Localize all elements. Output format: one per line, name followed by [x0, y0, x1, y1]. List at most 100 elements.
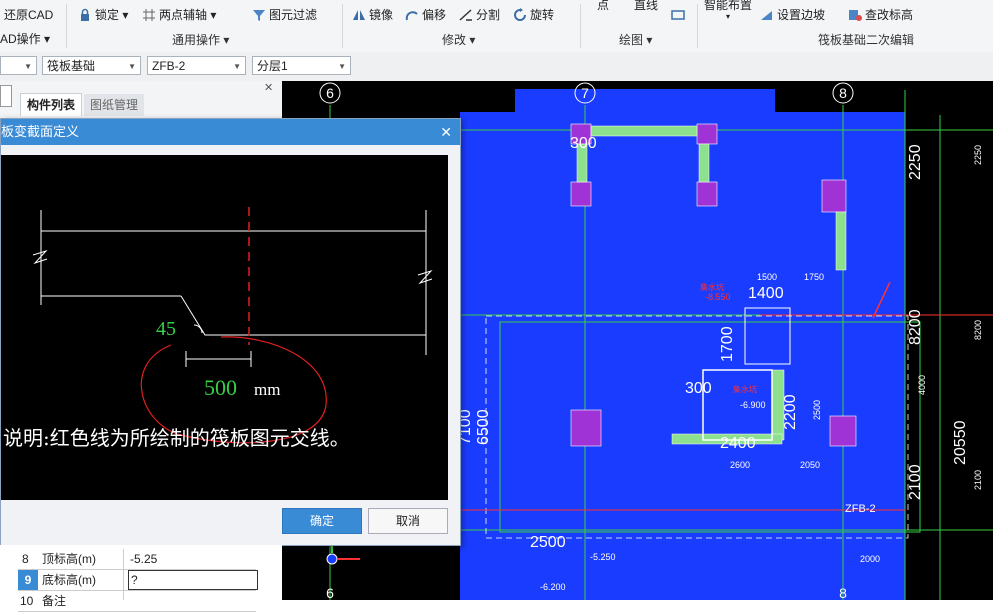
element-dropdown[interactable]: ZFB-2 ▼	[147, 56, 246, 75]
line-button[interactable]: 直线	[634, 0, 658, 14]
panel-tabs: 构件列表 图纸管理	[20, 93, 146, 116]
dim-unit-label: mm	[254, 380, 280, 399]
axis-label: 8	[839, 585, 847, 600]
raft-slab	[460, 89, 905, 600]
divider	[580, 4, 581, 48]
divider	[697, 4, 698, 48]
two-point-axis-button[interactable]: 两点辅轴 ▾	[142, 6, 216, 24]
split-icon	[459, 8, 473, 22]
rotate-label: 旋转	[530, 8, 555, 22]
origin-marker	[326, 553, 338, 565]
split-label: 分割	[476, 8, 501, 22]
elevation-icon	[848, 8, 862, 22]
tab-components[interactable]: 构件列表	[20, 93, 83, 116]
table-row[interactable]: 9 底标高(m) ?	[18, 570, 258, 591]
panel-toggle[interactable]	[0, 85, 12, 107]
category-dropdown[interactable]: 筏板基础 ▼	[42, 56, 141, 75]
tab-drawings[interactable]: 图纸管理	[84, 94, 145, 116]
modify-label: 修改	[442, 33, 467, 47]
modify-group[interactable]: 修改 ▾	[442, 31, 475, 48]
rect-tool-button[interactable]	[671, 6, 688, 24]
red-note: 集水坑	[700, 282, 724, 292]
small-dim: 2600	[730, 460, 750, 470]
mirror-icon	[352, 8, 366, 22]
element-value: ZFB-2	[152, 59, 186, 73]
point-button[interactable]: 点	[597, 0, 609, 14]
raft-edit-group: 筏板基础二次编辑	[818, 31, 914, 48]
red-note: 集水坑	[733, 384, 757, 394]
small-dim: 1500	[757, 272, 777, 282]
dim-text: 2200	[782, 394, 799, 430]
offset-button[interactable]: 偏移	[405, 6, 446, 24]
red-level-label: -8.550	[705, 292, 731, 302]
cad-ops-group[interactable]: AD操作 ▾	[0, 30, 50, 48]
mirror-label: 镜像	[369, 8, 394, 22]
cancel-button[interactable]: 取消	[368, 508, 448, 534]
view-elevation-label: 查改标高	[865, 8, 914, 22]
small-dim: 2250	[973, 145, 983, 165]
small-dim: 2000	[860, 554, 880, 564]
axis-label: 6	[326, 585, 334, 600]
row-name: 顶标高(m)	[42, 552, 96, 566]
dim-text: 2500	[530, 534, 566, 551]
small-dim: 2100	[973, 470, 983, 490]
axis-icon	[142, 8, 156, 22]
table-row[interactable]: 10 备注	[18, 591, 256, 612]
point-label: 点	[597, 0, 610, 12]
level-label: -6.200	[540, 582, 566, 592]
two-point-axis-label: 两点辅轴	[159, 8, 208, 22]
divider	[66, 4, 67, 48]
line-label: 直线	[634, 0, 659, 12]
dim-text: 2400	[720, 435, 756, 452]
dim-text: 300	[685, 380, 712, 397]
rotate-button[interactable]: 旋转	[513, 6, 554, 24]
dialog-title: 板变截面定义	[1, 124, 80, 139]
draw-group[interactable]: 绘图 ▾	[619, 31, 652, 48]
mirror-button[interactable]: 镜像	[352, 6, 393, 24]
ribbon: 还原CAD AD操作 ▾ 锁定 ▾ 两点辅轴 ▾ 图元过滤 通用操作 ▾ 镜像 …	[0, 0, 993, 53]
view-elevation-button[interactable]: 查改标高	[848, 6, 913, 24]
bottom-elevation-input[interactable]: ?	[128, 570, 258, 590]
table-row[interactable]: 8 顶标高(m) -5.25	[18, 549, 256, 570]
lock-button[interactable]: 锁定 ▾	[78, 6, 128, 24]
restore-cad-button[interactable]: 还原CAD	[4, 6, 53, 24]
selector-toolbar: ▼ 筏板基础 ▼ ZFB-2 ▼ 分层1 ▼	[0, 52, 993, 82]
smart-layout-arrow[interactable]: ▾	[726, 8, 730, 26]
variable-section-dialog: 板变截面定义 ✕ 45 500 mm 说明:红色线为所绘制的筏板图元交线。 确定…	[0, 118, 461, 546]
axis-label: 7	[581, 85, 589, 101]
property-table: 8 顶标高(m) -5.25 9 底标高(m) ? 10 备注	[0, 545, 282, 612]
set-slope-edge-button[interactable]: 设置边坡	[760, 6, 825, 24]
ok-button[interactable]: 确定	[282, 508, 362, 534]
row-number: 8	[22, 552, 29, 566]
common-ops-group[interactable]: 通用操作 ▾	[172, 31, 229, 48]
row-number: 9	[18, 570, 38, 590]
draw-label: 绘图	[619, 33, 644, 47]
chevron-down-icon: ▼	[338, 62, 346, 71]
restore-cad-label: 还原CAD	[4, 8, 54, 22]
cad-ops-label: AD操作	[0, 32, 41, 46]
common-ops-label: 通用操作	[172, 33, 221, 47]
element-filter-button[interactable]: 图元过滤	[252, 6, 317, 24]
dim-text: 1700	[719, 326, 736, 362]
split-button[interactable]: 分割	[459, 6, 500, 24]
axis-label: 8	[839, 85, 847, 101]
offset-label: 偏移	[422, 8, 447, 22]
rotate-icon	[513, 8, 527, 22]
dim-text: 6500	[475, 409, 492, 445]
element-filter-label: 图元过滤	[269, 8, 318, 22]
layer-dropdown[interactable]: 分层1 ▼	[252, 56, 351, 75]
rectangle-icon	[671, 8, 685, 22]
divider	[342, 4, 343, 48]
small-dim: 8200	[973, 320, 983, 340]
offset-icon	[405, 8, 419, 22]
chevron-down-icon: ▼	[128, 62, 136, 71]
dim-text: 2100	[907, 464, 924, 500]
chevron-down-icon: ▼	[24, 62, 32, 71]
section-diagram: 45 500 mm 说明:红色线为所绘制的筏板图元交线。	[3, 207, 433, 450]
row-value: -5.25	[130, 552, 158, 566]
row-number: 10	[20, 594, 34, 608]
close-icon[interactable]: ✕	[264, 81, 273, 94]
floor-dropdown[interactable]: ▼	[0, 56, 37, 75]
angle-label: 45	[156, 318, 176, 340]
close-icon[interactable]: ✕	[440, 119, 452, 145]
